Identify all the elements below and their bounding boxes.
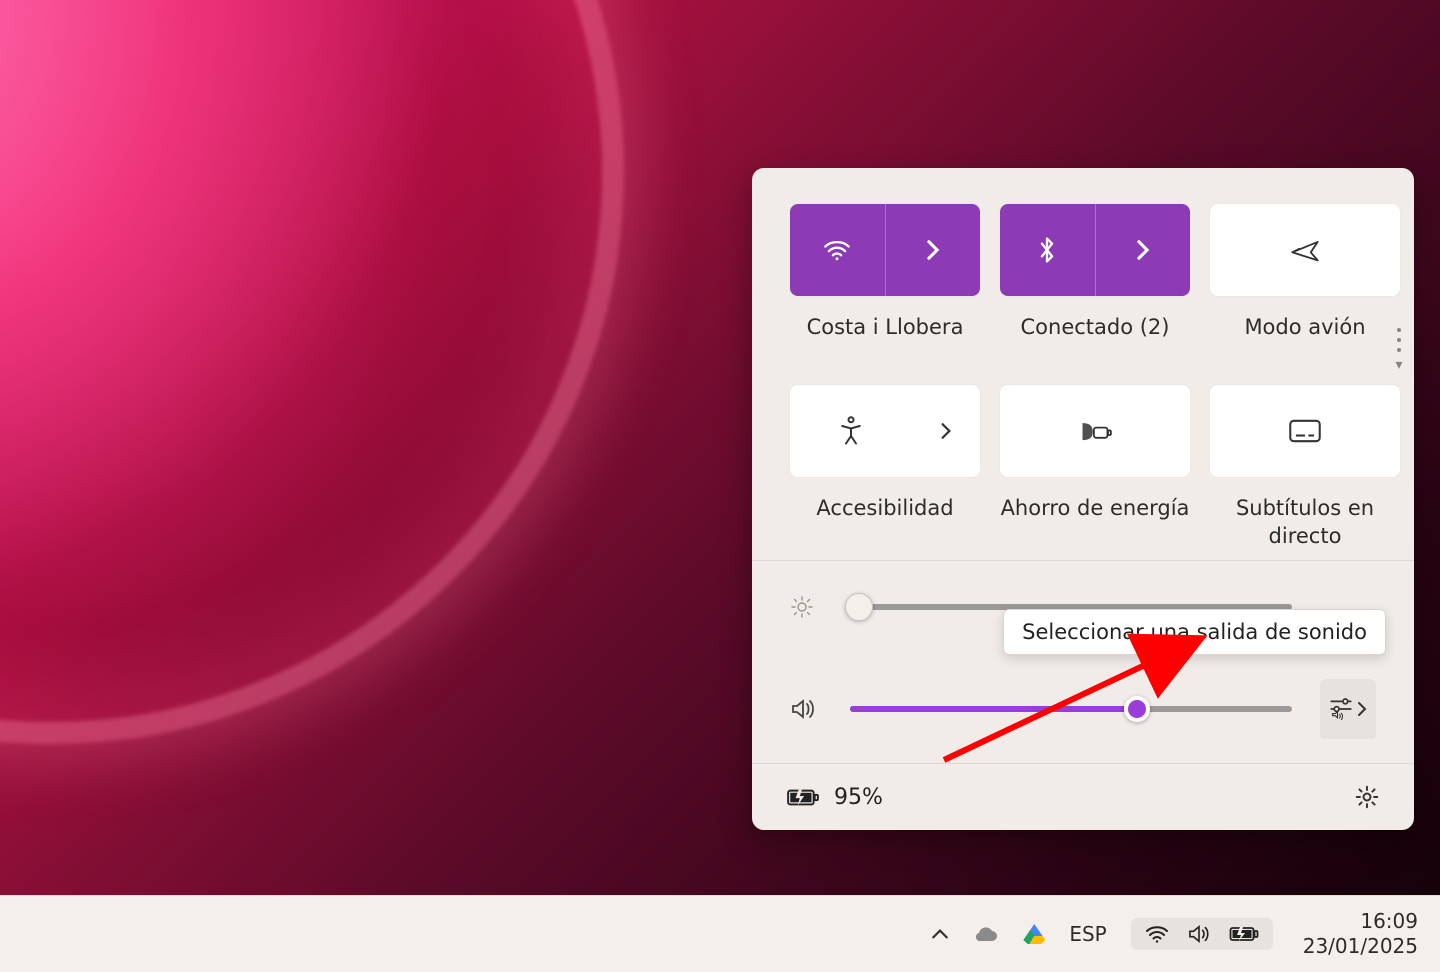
tile-wifi-wrap: Costa i Llobera [790,204,980,341]
tile-airplane-label: Modo avión [1244,314,1365,341]
wifi-icon [823,239,851,261]
dot-icon [1397,328,1401,332]
leaf-battery-icon [1078,419,1112,443]
tile-wifi[interactable] [790,204,980,296]
network-volume-battery-cluster[interactable] [1131,918,1273,950]
system-tray: ESP 16:09 23/01/2025 [931,909,1418,959]
chevron-right-icon [926,239,940,261]
settings-button[interactable] [1354,784,1380,810]
dot-icon [1397,348,1401,352]
tile-battery-saver-label: Ahorro de energía [1001,495,1190,522]
tile-bluetooth-expand[interactable] [1095,204,1191,296]
clock-date: 23/01/2025 [1303,934,1418,959]
tile-airplane-wrap: Modo avión [1210,204,1400,341]
tile-wifi-toggle[interactable] [790,204,885,296]
sliders-section: Seleccionar una salida de sonido [752,560,1414,763]
tile-airplane[interactable] [1210,204,1400,296]
cloud-icon[interactable] [973,925,999,943]
tile-battery-saver-wrap: Ahorro de energía [1000,385,1190,550]
taskbar-clock[interactable]: 16:09 23/01/2025 [1303,909,1418,959]
captions-icon [1288,418,1322,444]
quick-settings-panel: Costa i Llobera Conectado (2) [752,168,1414,830]
chevron-right-icon [1357,701,1367,717]
tile-accessibility-label: Accesibilidad [816,495,953,522]
battery-percent-label: 95% [834,785,883,810]
volume-row [790,679,1376,739]
chevron-right-icon [940,422,952,440]
tile-bluetooth-toggle[interactable] [1000,204,1095,296]
tile-bluetooth[interactable] [1000,204,1190,296]
volume-slider[interactable] [850,706,1292,712]
chevron-down-icon: ▾ [1395,358,1402,372]
tile-accessibility-expand[interactable] [912,385,980,477]
tile-live-captions-wrap: Subtítulos en directo [1210,385,1400,550]
tile-wifi-expand[interactable] [885,204,981,296]
google-drive-icon[interactable] [1023,924,1045,944]
taskbar: ESP 16:09 23/01/2025 [0,895,1440,972]
sound-output-tooltip: Seleccionar una salida de sonido [1003,609,1386,655]
chevron-right-icon [1136,239,1150,261]
accessibility-icon [838,416,864,446]
tile-accessibility[interactable] [790,385,980,477]
tile-accessibility-toggle[interactable] [790,385,912,477]
battery-charging-icon [786,786,820,808]
volume-icon [1187,924,1211,944]
mixer-icon [1329,696,1353,722]
tile-accessibility-wrap: Accesibilidad [790,385,980,550]
dot-icon [1397,338,1401,342]
tile-battery-saver[interactable] [1000,385,1190,477]
clock-time: 16:09 [1303,909,1418,934]
tile-live-captions-label: Subtítulos en directo [1210,495,1400,550]
tile-bluetooth-wrap: Conectado (2) [1000,204,1190,341]
bluetooth-icon [1037,236,1057,264]
tile-wifi-label: Costa i Llobera [807,314,964,341]
tile-live-captions[interactable] [1210,385,1400,477]
battery-status[interactable]: 95% [786,785,883,810]
language-indicator[interactable]: ESP [1069,922,1106,946]
tile-bluetooth-label: Conectado (2) [1021,314,1170,341]
panel-footer: 95% [752,763,1414,830]
quick-settings-tiles: Costa i Llobera Conectado (2) [752,168,1414,560]
panel-page-indicator[interactable]: ▾ [1392,328,1406,372]
airplane-icon [1290,237,1320,263]
tray-overflow-button[interactable] [931,927,949,941]
brightness-icon [790,595,822,619]
wifi-icon [1145,925,1169,943]
volume-icon [790,697,822,721]
battery-icon [1229,925,1259,943]
sound-output-button[interactable] [1320,679,1376,739]
